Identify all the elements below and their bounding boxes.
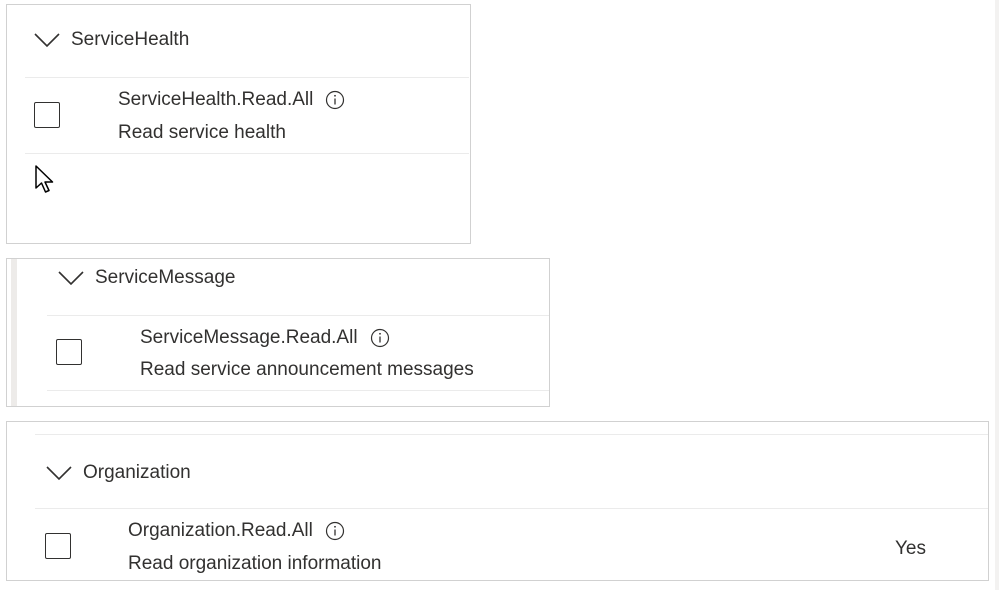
group-toggle-organization[interactable]: Organization — [45, 462, 191, 484]
chevron-down-icon — [58, 271, 84, 286]
permission-description: Read organization information — [128, 553, 382, 574]
permission-description: Read service health — [118, 122, 286, 143]
group-title: ServiceMessage — [95, 267, 236, 288]
permission-group-organization: Organization Organization.Read.All Read … — [6, 421, 989, 581]
divider — [35, 434, 988, 435]
divider — [25, 77, 469, 78]
permission-checkbox[interactable] — [34, 102, 60, 128]
permission-name: Organization.Read.All — [128, 520, 345, 542]
mouse-cursor-icon — [35, 165, 54, 193]
divider — [47, 315, 549, 316]
permission-name-label: Organization.Read.All — [128, 520, 313, 541]
scrollbar-track[interactable] — [995, 0, 999, 590]
permission-name: ServiceMessage.Read.All — [140, 327, 390, 349]
permission-description: Read service announcement messages — [140, 359, 474, 380]
divider — [47, 390, 549, 391]
group-title: Organization — [83, 462, 191, 483]
info-icon[interactable] — [325, 521, 345, 541]
divider — [35, 508, 988, 509]
chevron-down-icon — [34, 33, 60, 48]
admin-consent-value: Yes — [895, 538, 926, 559]
group-title: ServiceHealth — [71, 29, 190, 50]
permission-name-label: ServiceMessage.Read.All — [140, 327, 358, 348]
divider — [25, 153, 469, 154]
permission-checkbox[interactable] — [45, 533, 71, 559]
info-icon[interactable] — [370, 328, 390, 348]
permission-checkbox[interactable] — [56, 339, 82, 365]
group-toggle-servicemessage[interactable]: ServiceMessage — [57, 267, 235, 289]
group-toggle-servicehealth[interactable]: ServiceHealth — [33, 29, 189, 51]
permission-name: ServiceHealth.Read.All — [118, 89, 345, 111]
info-icon[interactable] — [325, 90, 345, 110]
chevron-down-icon — [46, 466, 72, 481]
permission-name-label: ServiceHealth.Read.All — [118, 89, 314, 110]
permission-group-servicehealth: ServiceHealth ServiceHealth.Read.All Rea… — [6, 4, 471, 244]
permission-group-servicemessage: ServiceMessage ServiceMessage.Read.All R… — [6, 258, 550, 407]
left-accent-bar — [11, 259, 17, 406]
